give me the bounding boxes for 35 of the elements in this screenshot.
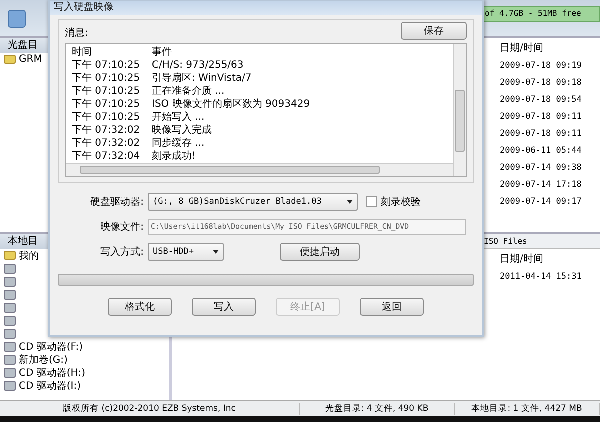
table-cell-text: 下午 07:32:02	[72, 137, 142, 150]
field-label: 硬盘驱动器:	[90, 196, 144, 208]
table-cell-text: 2009-07-18 09:11	[500, 128, 583, 141]
table-cell-text: 下午 07:32:04	[72, 150, 142, 163]
table-cell-text: 同步缓存 ...	[152, 136, 206, 150]
table-cell-text: 2009-06-11 05:44	[500, 145, 583, 158]
table-cell-text: 下午 07:10:25	[72, 98, 142, 111]
table-cell-text: 2009-07-18 09:18	[500, 77, 583, 90]
status-text: 光盘目录: 4 文件, 490 KB	[300, 402, 455, 414]
table-cell-text: 2009-07-14 17:18	[500, 179, 583, 192]
table-cell-text: 2009-07-14 09:17	[500, 196, 583, 209]
table-cell-text: 2009-07-18 09:54	[500, 94, 583, 107]
table-cell-text: C/H/S: 973/255/63	[152, 60, 245, 70]
table-cell-text: 2009-07-18 09:11	[500, 111, 583, 124]
checkbox-label: 刻录校验	[381, 196, 421, 208]
table-cell-text: 2009-07-14 09:38	[500, 162, 583, 175]
table-cell-text: 下午 07:32:02	[72, 124, 142, 137]
table-cell-text: ISO 映像文件的扇区数为 9093429	[152, 98, 312, 111]
status-text: 版权所有 (c)2002-2010 EZB Systems, Inc	[0, 402, 300, 414]
table-cell-text: 下午 07:10:25	[72, 111, 142, 124]
free-space-bar: of 4.7GB - 51MB free	[482, 6, 600, 22]
table-cell-text: 2011-04-14 15:31	[500, 271, 583, 284]
table-cell-text: 2009-07-18 09:19	[500, 60, 583, 73]
dialog-title: 写入硬盘映像	[50, 1, 482, 15]
field-label: 映像文件:	[100, 220, 144, 234]
table-cell-text: 正在准备介质 ...	[152, 84, 226, 98]
table-cell-text: 引导扇区: WinVista/7	[152, 72, 253, 85]
table-cell-text: 刻录成功!	[152, 150, 198, 163]
table-cell-text: 下午 07:10:25	[72, 72, 142, 85]
table-cell-text: 开始写入 ...	[152, 110, 206, 124]
table-cell-text: 映像写入完成	[152, 124, 213, 137]
group-label: 消息:	[65, 26, 88, 40]
table-cell-text: 下午 07:10:25	[72, 85, 142, 98]
status-text: 本地目录: 1 文件, 4427 MB	[455, 402, 600, 414]
table-cell-text: 下午 07:10:25	[72, 59, 142, 72]
